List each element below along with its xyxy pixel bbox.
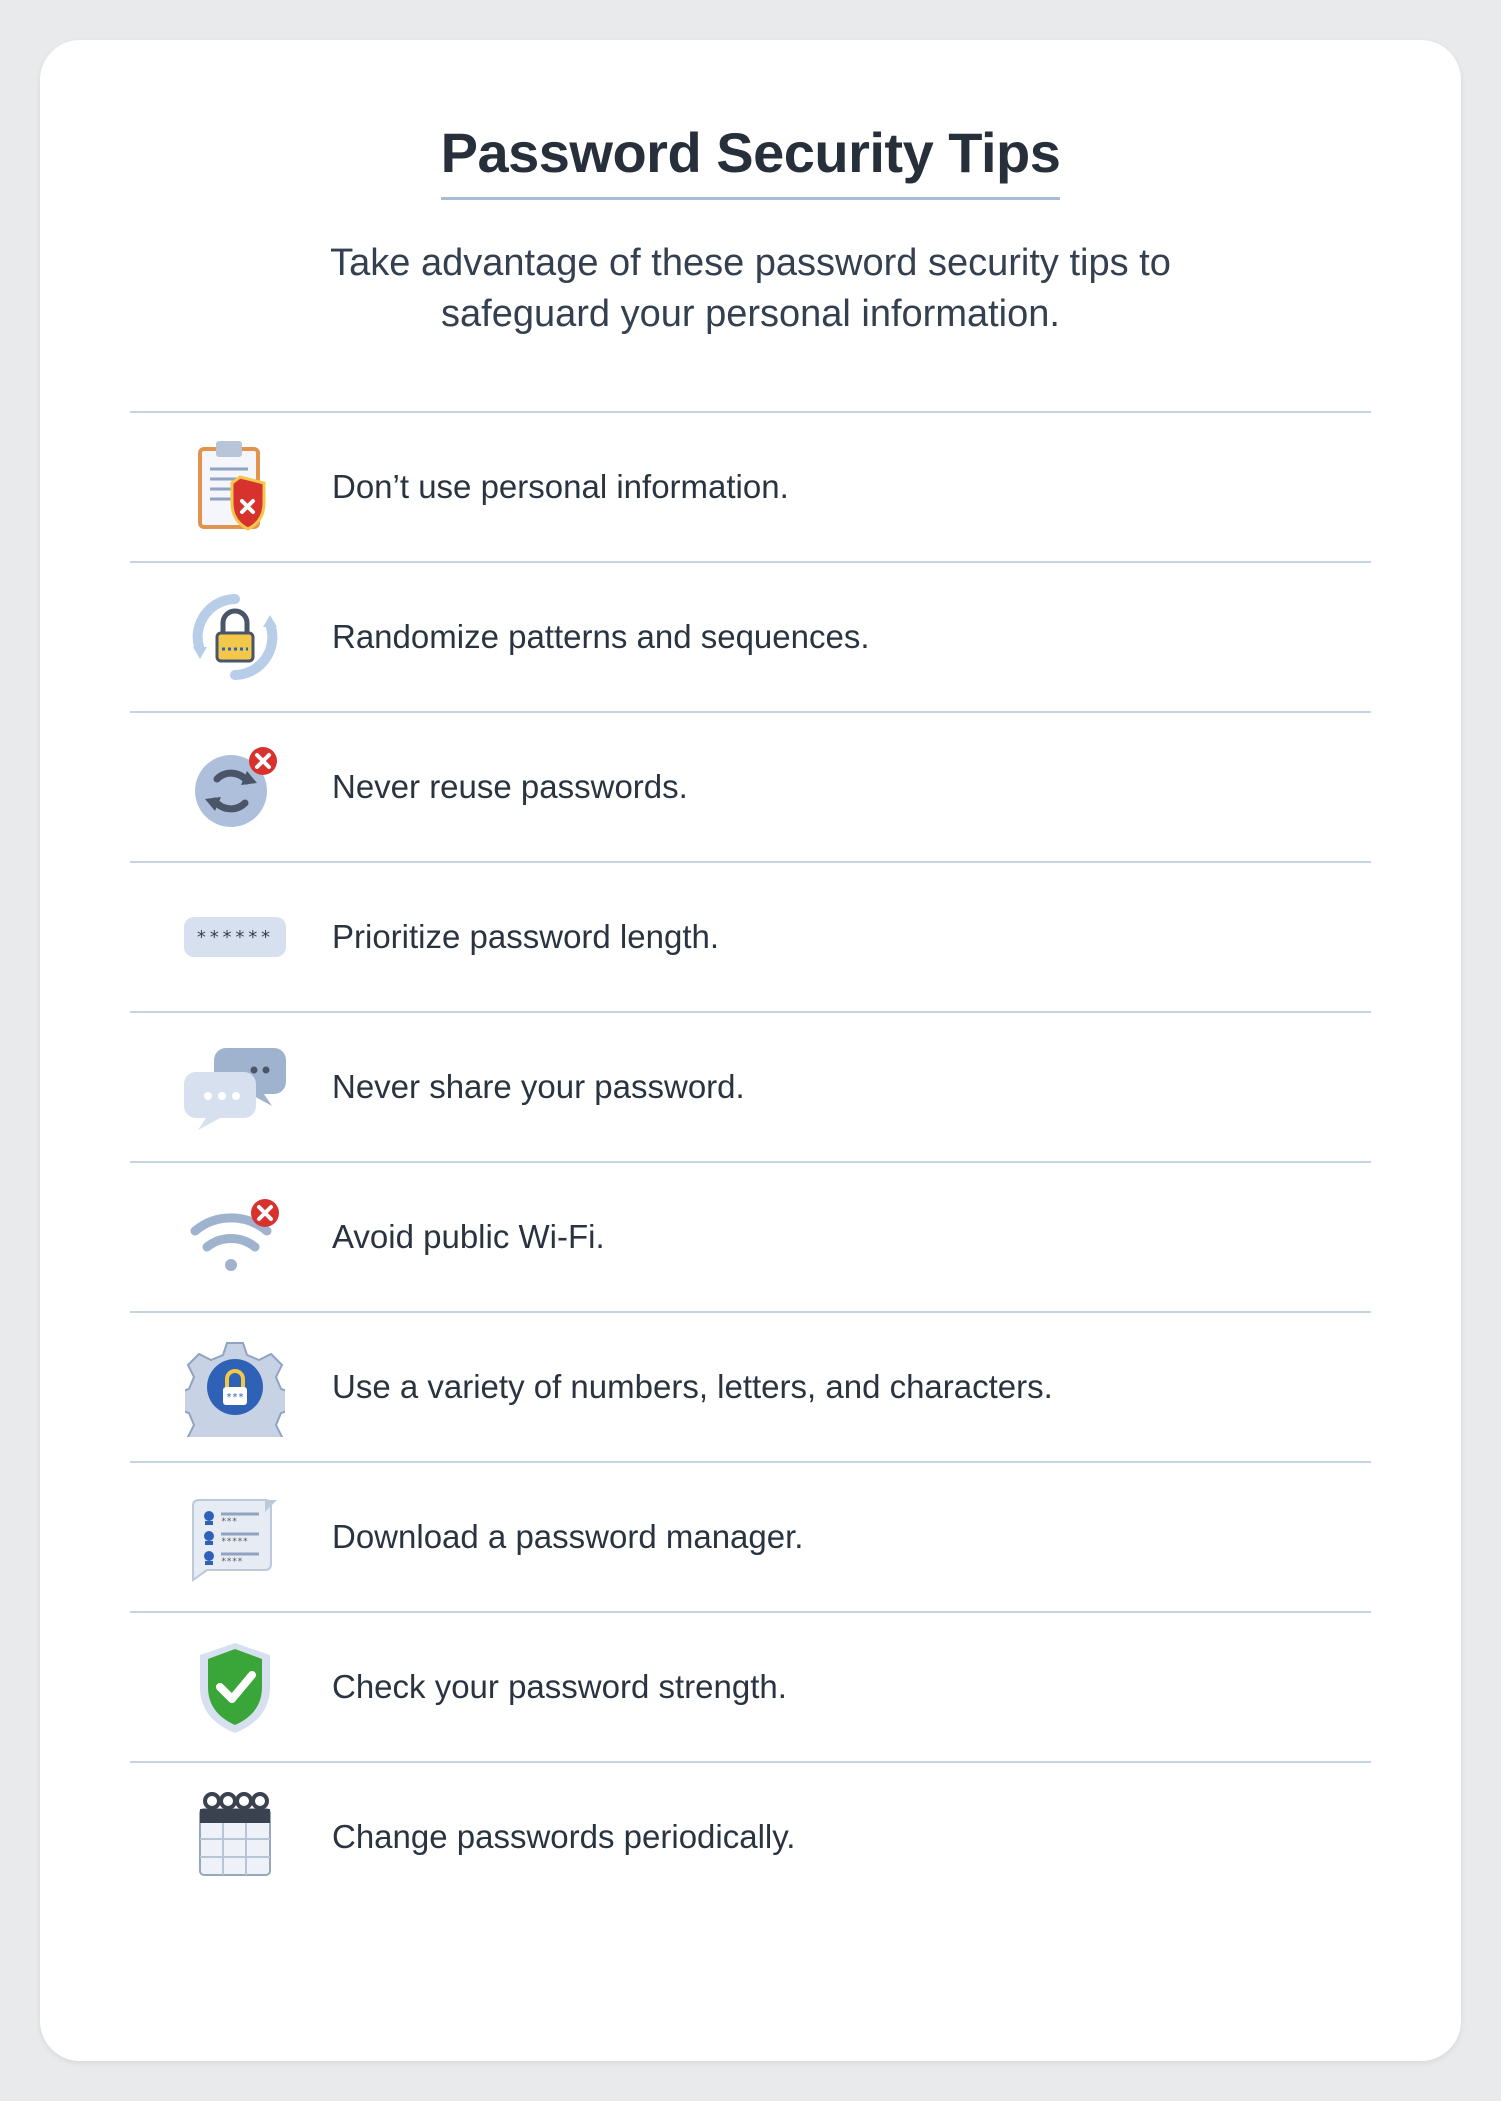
header: Password Security Tips Take advantage of… [130, 120, 1371, 341]
tip-row: *** Use a variety of numbers, letters, a… [130, 1311, 1371, 1461]
tip-row: *** ***** **** Download a password manag… [130, 1461, 1371, 1611]
tip-row: Don’t use personal information. [130, 411, 1371, 561]
tip-row: Change passwords periodically. [130, 1761, 1371, 1911]
password-length-icon: ****** [160, 887, 310, 987]
tip-text: Don’t use personal information. [332, 468, 789, 506]
gear-lock-icon: *** [160, 1337, 310, 1437]
tips-card: Password Security Tips Take advantage of… [40, 40, 1461, 2061]
tip-row: Check your password strength. [130, 1611, 1371, 1761]
tip-text: Never share your password. [332, 1068, 745, 1106]
svg-text:***: *** [226, 1392, 244, 1403]
wifi-x-icon [160, 1187, 310, 1287]
lock-refresh-icon [160, 587, 310, 687]
svg-text:*****: ***** [221, 1537, 248, 1547]
tip-text: Avoid public Wi-Fi. [332, 1218, 605, 1256]
chat-bubbles-icon [160, 1037, 310, 1137]
calendar-icon [160, 1787, 310, 1887]
tip-row: Randomize patterns and sequences. [130, 561, 1371, 711]
recycle-x-icon [160, 737, 310, 837]
tip-row: Avoid public Wi-Fi. [130, 1161, 1371, 1311]
page-subtitle: Take advantage of these password securit… [301, 238, 1201, 341]
tip-text: Randomize patterns and sequences. [332, 618, 870, 656]
shield-check-icon [160, 1637, 310, 1737]
clipboard-shield-icon [160, 437, 310, 537]
tip-text: Download a password manager. [332, 1518, 803, 1556]
tip-text: Never reuse passwords. [332, 768, 688, 806]
password-manager-icon: *** ***** **** [160, 1487, 310, 1587]
page-title: Password Security Tips [441, 120, 1061, 200]
tip-text: Check your password strength. [332, 1668, 787, 1706]
tip-text: Prioritize password length. [332, 918, 719, 956]
svg-text:****: **** [221, 1557, 243, 1567]
tip-text: Change passwords periodically. [332, 1818, 795, 1856]
tips-list: Don’t use personal information. Randomiz… [130, 411, 1371, 1911]
tip-row: Never share your password. [130, 1011, 1371, 1161]
tip-row: Never reuse passwords. [130, 711, 1371, 861]
tip-text: Use a variety of numbers, letters, and c… [332, 1368, 1053, 1406]
svg-text:***: *** [221, 1517, 237, 1527]
svg-text:******: ****** [196, 927, 273, 948]
tip-row: ****** Prioritize password length. [130, 861, 1371, 1011]
